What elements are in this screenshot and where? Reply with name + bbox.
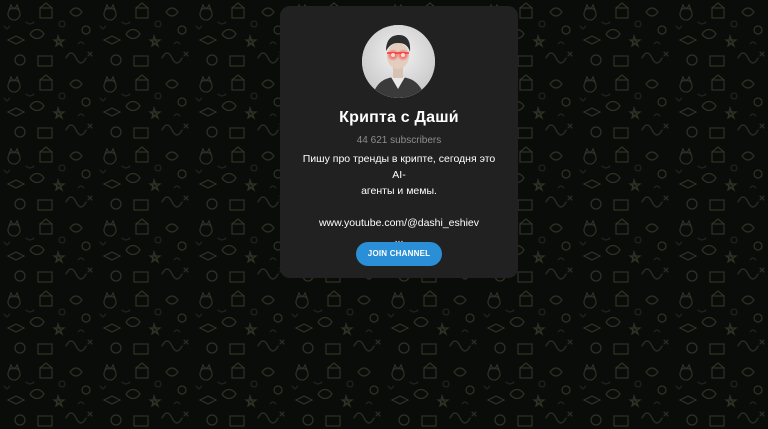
- channel-card: Крипта с Даши́ 44 621 subscribers Пишу п…: [280, 6, 518, 278]
- description-link[interactable]: www.youtube.com/@dashi_eshiev: [296, 215, 502, 231]
- description-line: агенты и мемы.: [361, 185, 437, 197]
- avatar-portrait-icon: [362, 25, 435, 98]
- channel-avatar[interactable]: [362, 25, 435, 98]
- join-channel-button[interactable]: JOIN CHANNEL: [356, 242, 442, 266]
- channel-title: Крипта с Даши́: [339, 109, 459, 126]
- description-spacer: [296, 199, 502, 215]
- subscriber-count: 44 621 subscribers: [356, 135, 442, 146]
- channel-description: Пишу про тренды в крипте, сегодня это AI…: [296, 151, 502, 247]
- description-line: Пишу про тренды в крипте, сегодня это AI…: [302, 153, 496, 181]
